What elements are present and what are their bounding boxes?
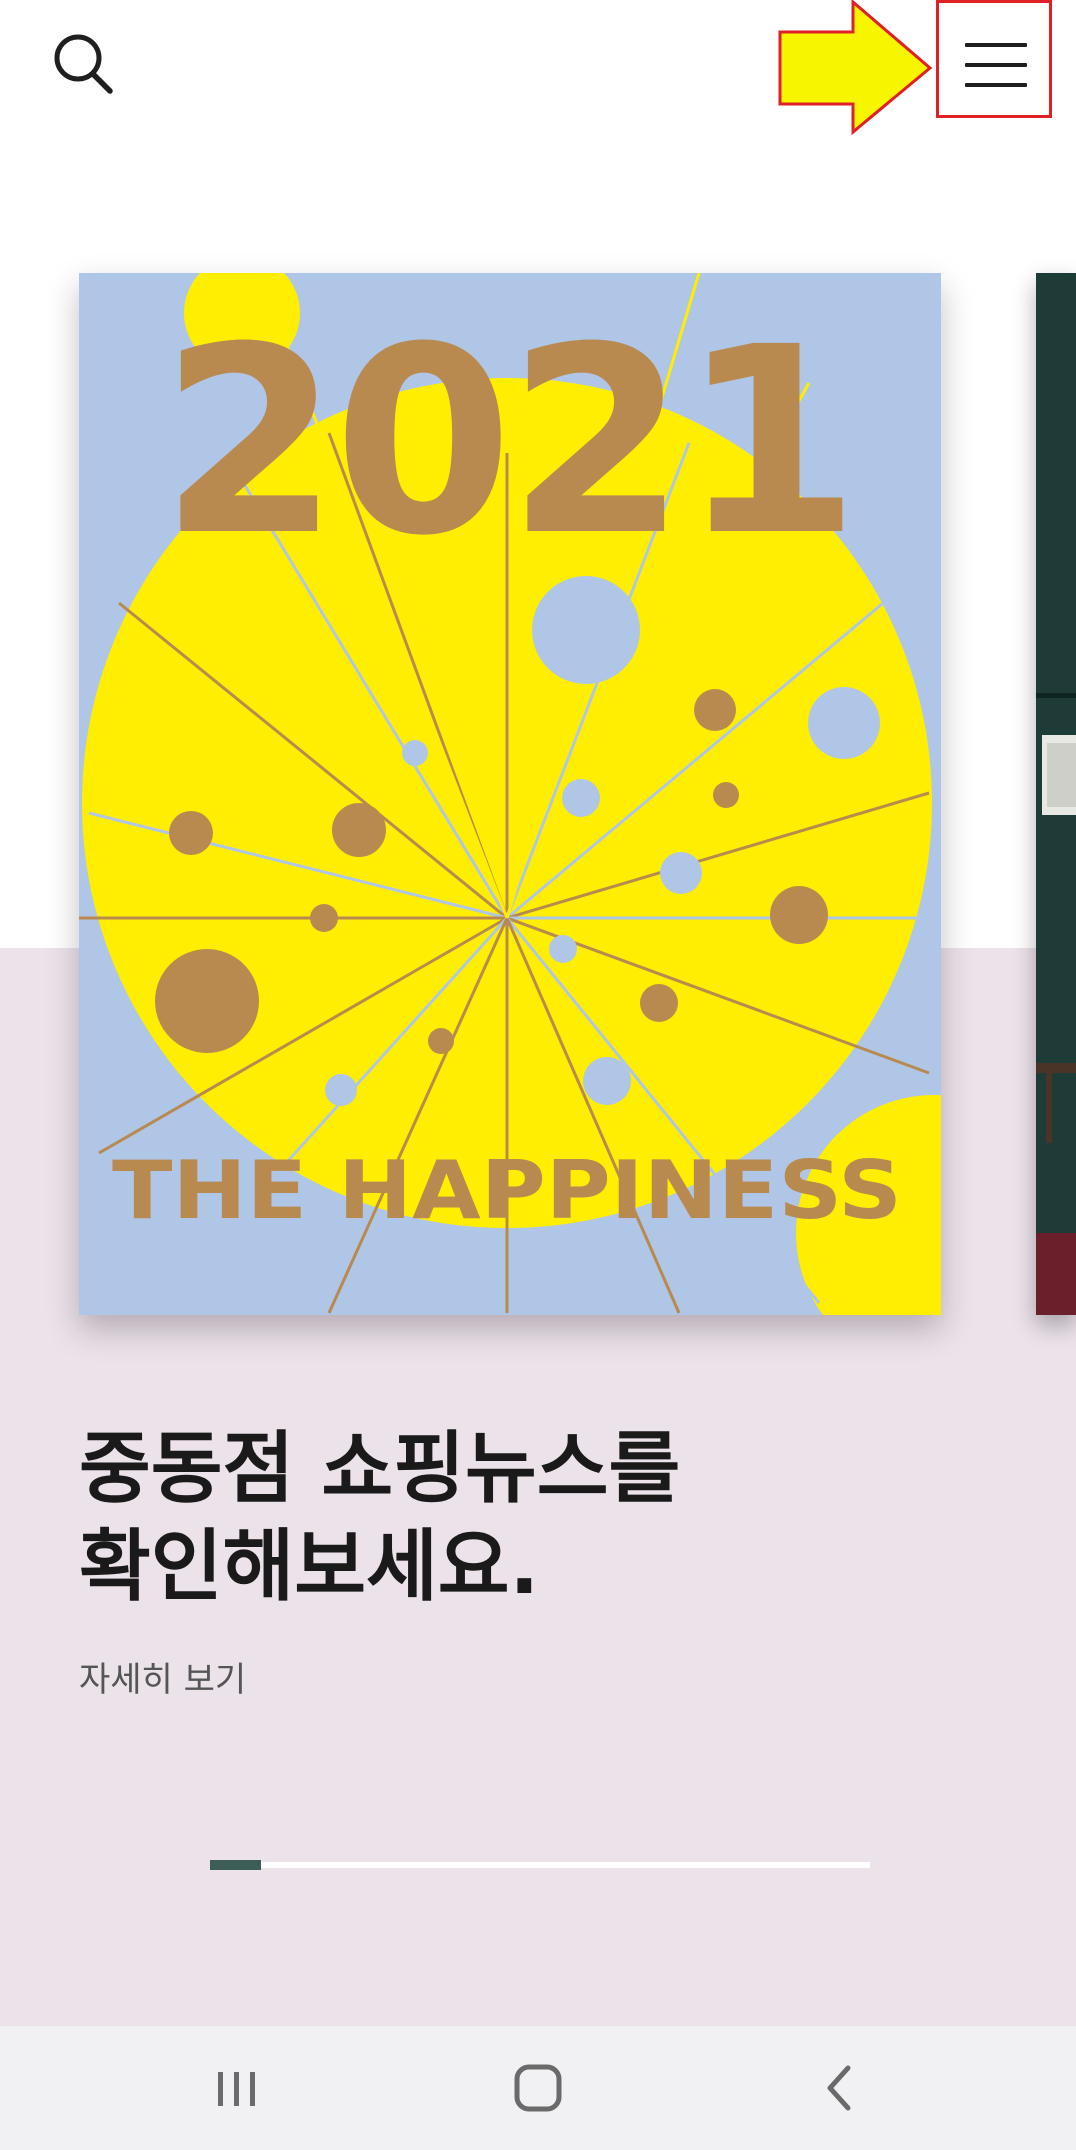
promo-headline: 중동점 쇼핑뉴스를 확인해보세요. [79,1420,979,1616]
back-icon [827,2065,851,2111]
menu-button[interactable] [936,0,1052,118]
slider-progress-fill [210,1860,261,1870]
top-header [0,0,1076,150]
home-icon [514,2064,562,2112]
next-banner-card-peek[interactable] [1036,273,1076,1315]
promo-headline-line1: 중동점 쇼핑뉴스를 [79,1424,681,1514]
home-button[interactable] [490,2048,586,2128]
system-navigation-bar [0,2026,1076,2150]
next-banner-image [1036,273,1076,1315]
promo-banner-card[interactable]: 2021 THE HAPPINESS [79,273,941,1315]
recent-apps-button[interactable] [188,2048,284,2128]
back-button[interactable] [792,2048,888,2128]
poster-caption-text: THE HAPPINESS [112,1144,902,1237]
slider-progress-bar[interactable] [210,1860,870,1870]
annotation-arrow [778,0,933,136]
search-button[interactable] [44,24,124,104]
poster-image: 2021 THE HAPPINESS [79,273,941,1315]
view-details-link[interactable]: 자세히 보기 [79,1652,246,1701]
poster-year-text: 2021 [160,292,854,592]
recent-apps-icon [218,2072,255,2106]
search-icon [54,34,113,94]
promo-headline-line2: 확인해보세요. [79,1522,540,1612]
